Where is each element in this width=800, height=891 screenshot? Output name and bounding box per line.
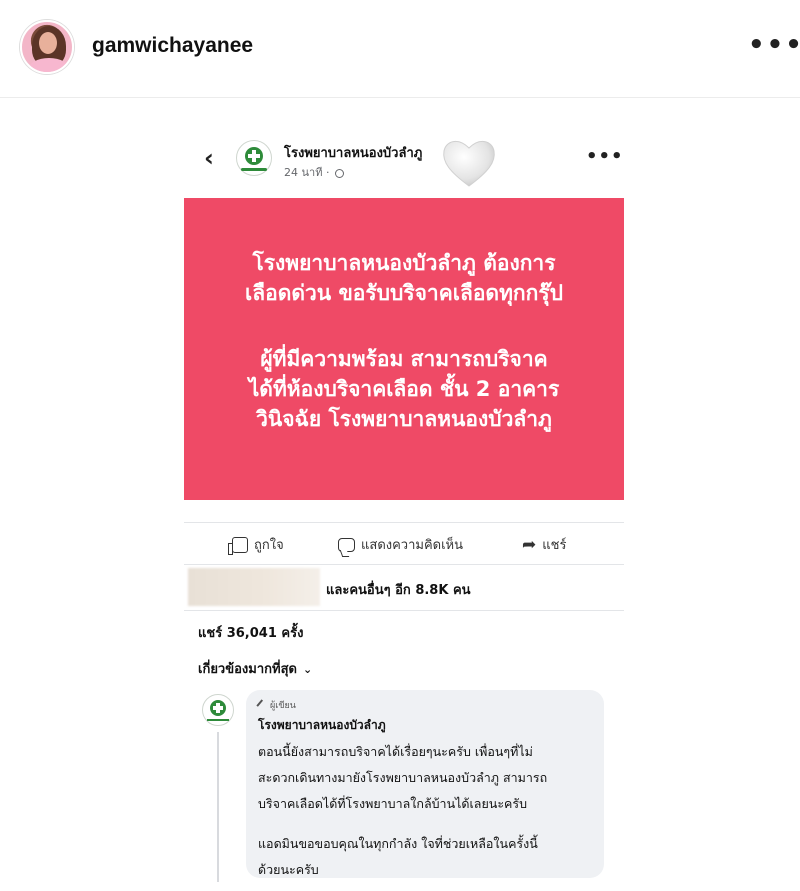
- banner-line: วินิจฉัย โรงพยาบาลหนองบัวลำภู: [256, 407, 552, 431]
- thread-line: [217, 732, 219, 882]
- more-options-icon[interactable]: •••: [748, 30, 800, 60]
- green-cross-icon: [210, 700, 226, 716]
- instagram-post-header: gamwichayanee •••: [0, 0, 800, 98]
- avatar-shirt: [28, 58, 70, 72]
- banner-line: ผู้ที่มีความพร้อม สามารถบริจาค: [260, 347, 548, 371]
- comment-bubble: ผู้เขียน โรงพยาบาลหนองบัวลำภู ตอนนี้ยังส…: [246, 690, 604, 878]
- banner-line: เลือดด่วน ขอรับบริจาคเลือดทุกกรุ๊ป: [245, 281, 563, 305]
- divider: [184, 564, 624, 565]
- like-button[interactable]: ถูกใจ: [228, 534, 284, 555]
- white-heart-icon: [443, 140, 495, 187]
- blurred-reactor-names: [188, 568, 320, 606]
- banner-line: ได้ที่ห้องบริจาคเลือด ชั้น 2 อาคาร: [248, 377, 560, 401]
- username-link[interactable]: gamwichayanee: [92, 34, 253, 58]
- comment-sort-dropdown[interactable]: เกี่ยวข้องมากที่สุด ⌄: [198, 658, 312, 679]
- post-more-icon[interactable]: •••: [586, 146, 624, 167]
- post-time-text: 24 นาที ·: [284, 166, 330, 179]
- green-cross-icon: [245, 147, 263, 165]
- banner-block-2: ผู้ที่มีความพร้อม สามารถบริจาค ได้ที่ห้อ…: [184, 344, 624, 434]
- logo-underline: [241, 168, 267, 171]
- pencil-icon: [256, 699, 268, 711]
- banner-line: โรงพยาบาลหนองบัวลำภู ต้องการ: [252, 251, 556, 275]
- embedded-facebook-screenshot: ‹ โรงพยาบาลหนองบัวลำภู 24 นาที · ••• โรง…: [184, 128, 624, 891]
- user-avatar[interactable]: [20, 20, 74, 74]
- post-time: 24 นาที ·: [284, 163, 344, 181]
- comment-author[interactable]: โรงพยาบาลหนองบัวลำภู: [258, 716, 592, 735]
- divider: [184, 610, 624, 611]
- avatar-face: [39, 32, 57, 54]
- globe-icon: [334, 168, 344, 178]
- comment-line: สะดวกเดินทางมายังโรงพยาบาลหนองบัวลำภู สา…: [258, 770, 548, 785]
- comment-label: แสดงความคิดเห็น: [361, 538, 464, 553]
- hospital-logo-icon[interactable]: [236, 140, 272, 176]
- sort-label: เกี่ยวข้องมากที่สุด: [198, 662, 297, 677]
- thumbs-up-icon: [228, 536, 248, 555]
- author-badge: ผู้เขียน: [256, 698, 592, 712]
- banner-block-1: โรงพยาบาลหนองบัวลำภู ต้องการ เลือดด่วน ข…: [184, 248, 624, 308]
- author-badge-label: ผู้เขียน: [270, 701, 296, 711]
- back-arrow-icon[interactable]: ‹: [204, 144, 214, 172]
- comment-line: แอดมินขอขอบคุณในทุกกำลัง ใจที่ช่วยเหลือใ…: [258, 836, 538, 851]
- share-arrow-icon: ➦: [522, 534, 537, 555]
- page-name[interactable]: โรงพยาบาลหนองบัวลำภู: [284, 142, 422, 163]
- chevron-down-icon: ⌄: [302, 663, 313, 676]
- share-label: แชร์: [542, 538, 567, 553]
- share-button[interactable]: ➦ แชร์: [522, 534, 566, 555]
- comment-line: บริจาคเลือดได้ที่โรงพยาบาลใกล้บ้านได้เลย…: [258, 796, 528, 811]
- comment-icon: [338, 537, 355, 552]
- comment-button[interactable]: แสดงความคิดเห็น: [338, 534, 463, 555]
- reactions-row[interactable]: และคนอื่นๆ อีก 8.8K คน: [184, 568, 624, 608]
- comment-text: ตอนนี้ยังสามารถบริจาคได้เรื่อยๆนะครับ เพ…: [258, 739, 592, 883]
- like-label: ถูกใจ: [254, 538, 284, 553]
- comment-line: ด้วยนะครับ: [258, 862, 319, 877]
- divider: [184, 522, 624, 523]
- reactors-count: และคนอื่นๆ อีก 8.8K คน: [326, 583, 471, 598]
- post-banner: โรงพยาบาลหนองบัวลำภู ต้องการ เลือดด่วน ข…: [184, 198, 624, 500]
- share-count[interactable]: แชร์ 36,041 ครั้ง: [198, 622, 303, 643]
- commenter-avatar[interactable]: [202, 694, 234, 726]
- post-actions-bar: ถูกใจ แสดงความคิดเห็น ➦ แชร์: [184, 526, 624, 562]
- logo-underline: [207, 719, 229, 721]
- comment-line: ตอนนี้ยังสามารถบริจาคได้เรื่อยๆนะครับ เพ…: [258, 744, 533, 759]
